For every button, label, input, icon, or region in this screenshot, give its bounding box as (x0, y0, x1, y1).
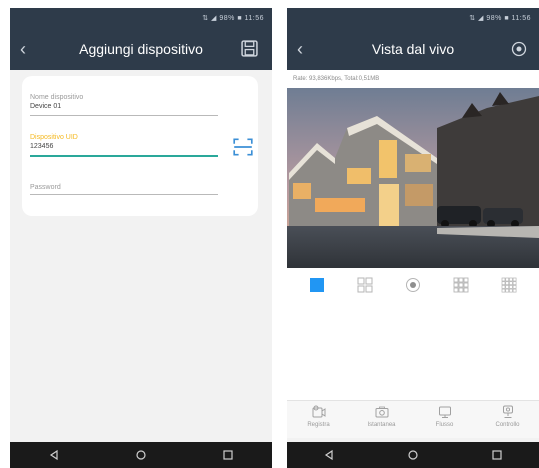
device-uid-underline (30, 155, 218, 157)
live-view-screen: ⇅ ◢ 98% ■ 11:56 ‹ Vista dal vivo Rate: 9… (287, 8, 539, 468)
device-uid-field[interactable]: Dispositivo UID 123456 (30, 134, 218, 157)
android-nav-bar (287, 442, 539, 468)
single-view-icon[interactable] (309, 277, 325, 293)
nine-view-icon[interactable] (453, 277, 469, 293)
ptz-control-icon (502, 405, 513, 418)
page-title: Aggiungi dispositivo (79, 41, 203, 57)
quad-view-icon[interactable] (357, 277, 373, 293)
action-bar: Registra Istantanea Flusso Controllo (287, 400, 539, 438)
stream-label: Flusso (435, 422, 454, 428)
record-settings-icon[interactable] (511, 41, 527, 57)
snapshot-label: Istantanea (367, 422, 396, 428)
live-video-feed[interactable] (287, 88, 539, 268)
record-video-icon (312, 405, 325, 418)
stream-button[interactable]: Flusso (425, 405, 465, 438)
password-field[interactable]: Password (30, 184, 218, 195)
page-title: Vista dal vivo (371, 41, 455, 57)
device-form-card: Nome dispositivo Device 01 Dispositivo U… (22, 76, 258, 216)
save-icon[interactable] (241, 40, 258, 57)
device-name-field[interactable]: Nome dispositivo Device 01 (30, 94, 218, 116)
snapshot-button[interactable]: Istantanea (362, 405, 402, 438)
device-uid-value[interactable]: 123456 (30, 143, 218, 152)
camera-scene-image (287, 88, 539, 268)
sixteen-view-icon[interactable] (501, 277, 517, 293)
status-bar: ⇅ ◢ 98% ■ 11:56 (287, 8, 539, 28)
back-chevron-icon[interactable]: ‹ (297, 39, 303, 60)
view-layout-toolbar (287, 268, 539, 302)
nav-back-icon[interactable] (48, 449, 60, 461)
title-bar: ‹ Aggiungi dispositivo (10, 28, 272, 70)
empty-area (287, 302, 539, 400)
title-bar: ‹ Vista dal vivo (287, 28, 539, 70)
nav-home-icon[interactable] (407, 449, 419, 461)
device-uid-label: Dispositivo UID (30, 134, 78, 141)
control-button[interactable]: Controllo (488, 405, 528, 438)
android-nav-bar (10, 442, 272, 468)
add-device-screen: ⇅ ◢ 98% ■ 11:56 ‹ Aggiungi dispositivo N… (10, 8, 272, 468)
nav-recents-icon[interactable] (491, 449, 503, 461)
status-bar: ⇅ ◢ 98% ■ 11:56 (10, 8, 272, 28)
stream-icon (438, 406, 451, 418)
screenshot: ⇅ ◢ 98% ■ 11:56 ‹ Aggiungi dispositivo N… (0, 0, 539, 468)
record-label: Registra (307, 422, 330, 428)
device-name-underline (30, 115, 218, 116)
device-name-value[interactable]: Device 01 (30, 103, 218, 112)
nav-back-icon[interactable] (323, 449, 335, 461)
bitrate-readout: Rate: 93,836Kbps, Total:0,51MB (287, 70, 539, 88)
record-button[interactable]: Registra (299, 405, 339, 438)
back-chevron-icon[interactable]: ‹ (20, 39, 26, 60)
password-underline (30, 194, 218, 195)
qr-scan-icon[interactable] (232, 136, 254, 158)
password-label: Password (30, 184, 61, 191)
control-label: Controllo (495, 422, 520, 428)
device-name-label: Nome dispositivo (30, 94, 84, 101)
camera-icon (375, 406, 388, 418)
nav-recents-icon[interactable] (222, 449, 234, 461)
record-dot-icon[interactable] (405, 277, 421, 293)
nav-home-icon[interactable] (135, 449, 147, 461)
